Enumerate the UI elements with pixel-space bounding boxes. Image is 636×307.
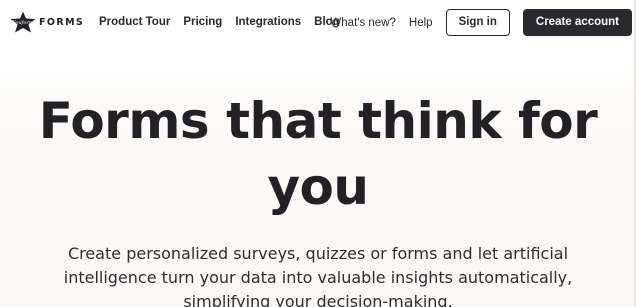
brand-logo[interactable]: Youform FORMS [10,11,84,33]
create-account-button[interactable]: Create account [522,9,632,36]
sign-in-button[interactable]: Sign in [445,9,510,36]
primary-nav: Product Tour Pricing Integrations Blog [99,16,353,28]
nav-actions: What's new? Help Sign in Create account [330,9,632,36]
nav-link-pricing[interactable]: Pricing [183,16,222,28]
hero-title-line-2: you [267,158,369,216]
nav-link-integrations[interactable]: Integrations [235,16,301,28]
hero-subtitle: Create personalized surveys, quizzes or … [63,244,573,307]
help-link[interactable]: Help [409,17,433,29]
nav-link-product-tour[interactable]: Product Tour [99,16,170,28]
top-navbar: Youform FORMS Product Tour Pricing Integ… [0,0,636,44]
logo-wordmark: FORMS [39,16,85,28]
logo-mark-text: Youform [12,20,33,26]
page: Youform FORMS Product Tour Pricing Integ… [0,0,636,307]
star-logo-icon: Youform [10,11,36,33]
hero-title-line-1: Forms that think for [38,92,598,150]
hero-title: Forms that think for you [0,88,636,220]
whats-new-link[interactable]: What's new? [330,17,395,29]
